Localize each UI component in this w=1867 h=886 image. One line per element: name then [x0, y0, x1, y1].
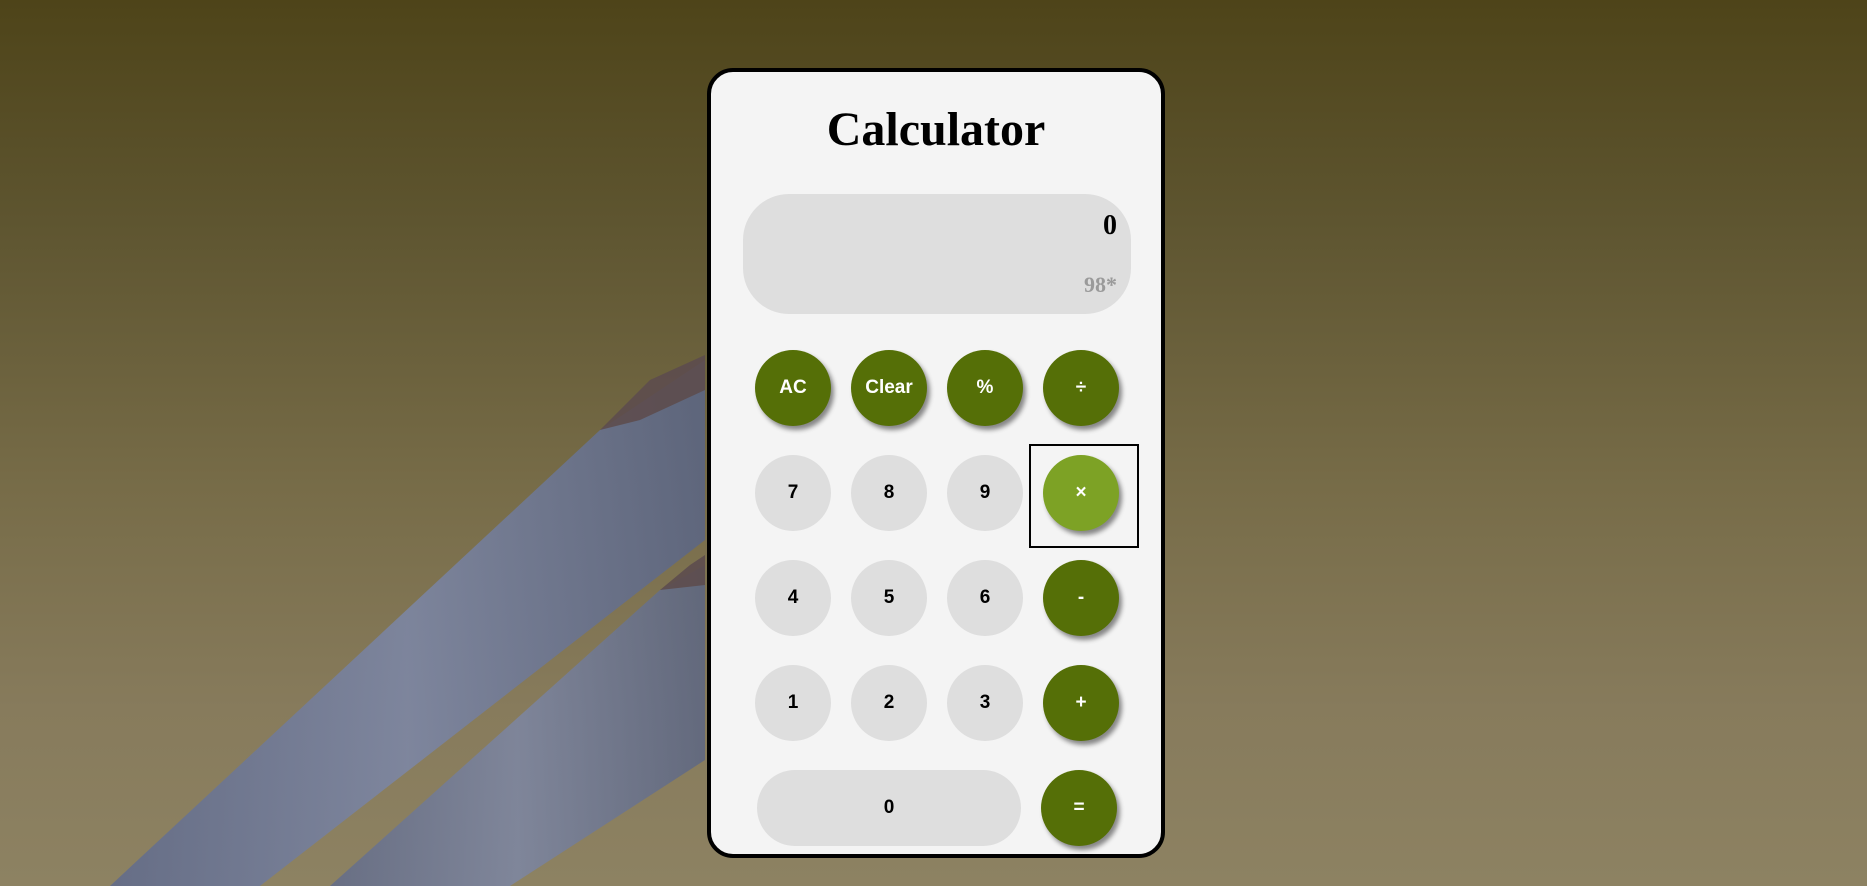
display-history: 98* [1084, 272, 1117, 297]
five-button[interactable]: 5 [851, 560, 927, 636]
minus-button[interactable]: - [1043, 560, 1119, 636]
display-result: 0 [1103, 210, 1117, 241]
six-button[interactable]: 6 [947, 560, 1023, 636]
four-button[interactable]: 4 [755, 560, 831, 636]
ac-button[interactable]: AC [755, 350, 831, 426]
nine-button[interactable]: 9 [947, 455, 1023, 531]
divide-button[interactable]: ÷ [1043, 350, 1119, 426]
one-button[interactable]: 1 [755, 665, 831, 741]
calculator-panel: Calculator 0 98* AC Clear % ÷ 7 8 9 × 4 … [707, 68, 1165, 858]
plus-button[interactable]: + [1043, 665, 1119, 741]
three-button[interactable]: 3 [947, 665, 1023, 741]
zero-button[interactable]: 0 [757, 770, 1021, 846]
eight-button[interactable]: 8 [851, 455, 927, 531]
clear-button[interactable]: Clear [851, 350, 927, 426]
calculator-display: 0 98* [743, 194, 1131, 314]
seven-button[interactable]: 7 [755, 455, 831, 531]
equals-button[interactable]: = [1041, 770, 1117, 846]
percent-button[interactable]: % [947, 350, 1023, 426]
two-button[interactable]: 2 [851, 665, 927, 741]
multiply-button[interactable]: × [1043, 455, 1119, 531]
calculator-title: Calculator [826, 103, 1046, 156]
